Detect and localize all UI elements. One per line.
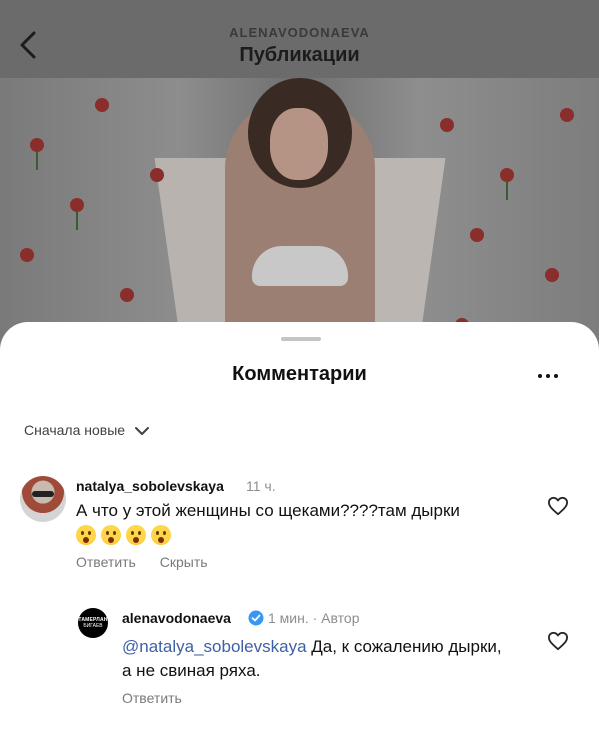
comment-username[interactable]: alenavodonaeva [122, 610, 231, 626]
drag-handle[interactable] [281, 337, 321, 341]
top-bar: ALENAVODONAEVA Публикации [0, 0, 599, 78]
chevron-down-icon [134, 427, 149, 436]
astonished-face-icon [101, 525, 121, 545]
verified-badge-icon [248, 610, 264, 626]
avatar[interactable]: ТАМЕРЛАН БИГАЕВ [78, 608, 108, 638]
comment-username[interactable]: natalya_sobolevskaya [76, 478, 224, 494]
sort-label: Сначала новые [24, 422, 126, 438]
astonished-face-icon [76, 525, 96, 545]
astonished-face-icon [126, 525, 146, 545]
comment-time: 11 ч. [246, 478, 276, 494]
comment-emojis [76, 525, 176, 545]
comments-title: Комментарии [232, 363, 367, 385]
reply-button[interactable]: Ответить [76, 554, 136, 570]
heart-icon[interactable] [547, 631, 569, 651]
heart-icon[interactable] [547, 496, 569, 516]
comment-text: А что у этой женщины со щеками????там ды… [76, 501, 460, 520]
more-options-icon[interactable] [538, 367, 566, 379]
comment-actions: Ответить Скрыть [76, 554, 228, 570]
comment-text: @natalya_sobolevskaya Да, к сожалению ды… [122, 637, 502, 680]
astonished-face-icon [151, 525, 171, 545]
hide-button[interactable]: Скрыть [160, 554, 208, 570]
avatar[interactable] [20, 476, 66, 522]
reply-button[interactable]: Ответить [122, 690, 182, 706]
comment-meta: 1 мин. · Автор [268, 610, 360, 626]
page-title: Публикации [239, 44, 360, 66]
header-username: ALENAVODONAEVA [229, 25, 370, 40]
comments-sheet: Комментарии Сначала новые natalya_sobole… [0, 322, 599, 742]
mention-link[interactable]: @natalya_sobolevskaya [122, 637, 307, 656]
sort-dropdown[interactable]: Сначала новые [24, 422, 149, 438]
